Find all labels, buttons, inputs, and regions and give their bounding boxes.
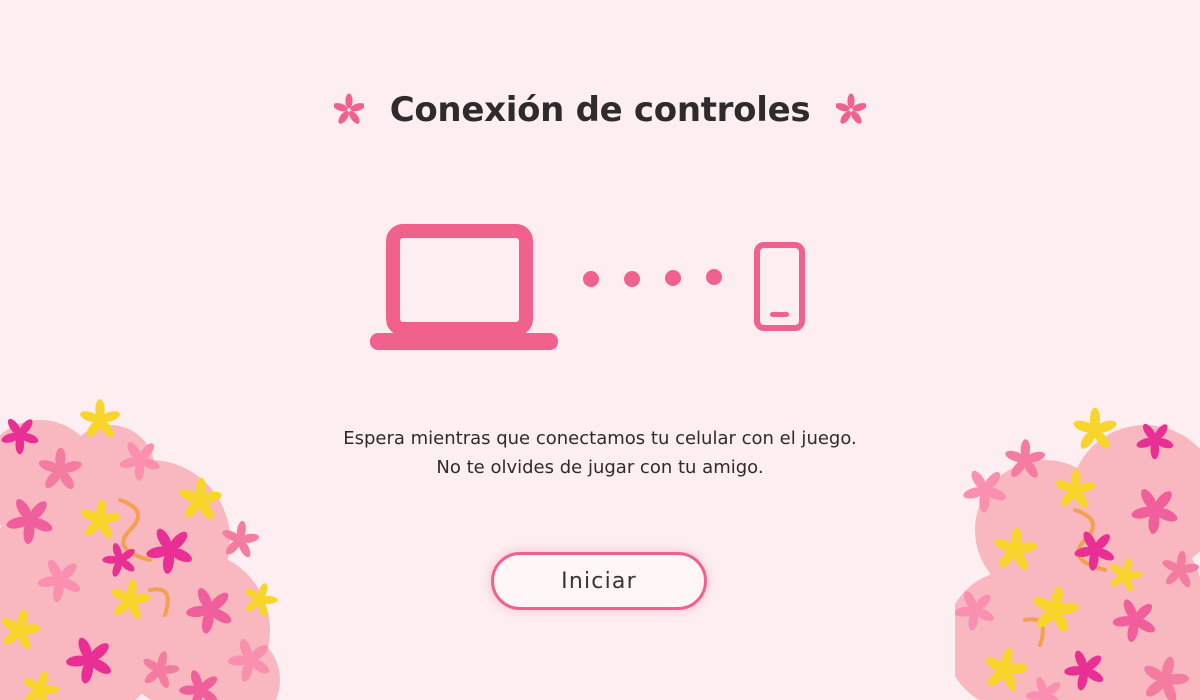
- laptop-icon: [370, 224, 558, 350]
- header: Conexión de controles: [0, 84, 1200, 136]
- connection-illustration: [370, 224, 805, 350]
- dots-connector: [583, 269, 722, 287]
- smartphone-icon: [754, 242, 805, 331]
- asterisk-flower-icon: [836, 93, 867, 124]
- flower-bush-decoration: [0, 399, 280, 700]
- start-button[interactable]: Iniciar: [491, 552, 707, 610]
- asterisk-flower-icon: [333, 93, 364, 124]
- flower-bush-decoration: [955, 407, 1200, 700]
- page-title: Conexión de controles: [389, 90, 811, 130]
